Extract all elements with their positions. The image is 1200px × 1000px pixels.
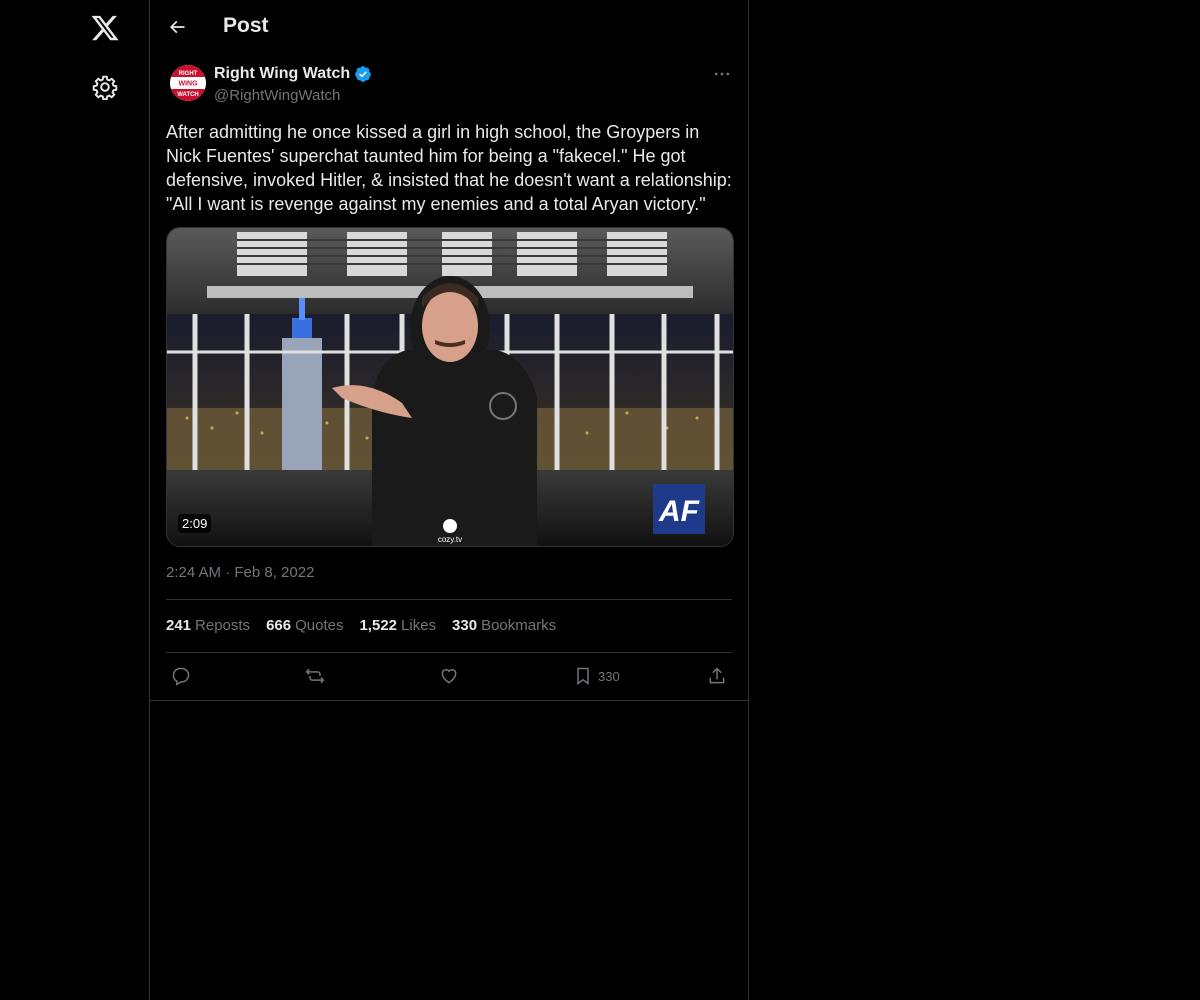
- post-stats: 241 Reposts 666 Quotes 1,522 Likes 330 Bookm…: [166, 617, 556, 634]
- author-handle[interactable]: @RightWingWatch: [214, 87, 340, 104]
- post-timestamp[interactable]: 2:24 AM · Feb 8, 2022: [166, 564, 314, 581]
- avatar-text-3: WATCH: [177, 92, 199, 98]
- post-text: After admitting he once kissed a girl in…: [166, 122, 732, 214]
- top-bar: Post: [150, 0, 748, 55]
- divider: [166, 599, 732, 600]
- video-duration: 2:09: [178, 514, 212, 533]
- post-author: RIGHT WING WATCH Right Wing Watch @Right…: [150, 55, 748, 115]
- avatar[interactable]: RIGHT WING WATCH: [170, 65, 206, 101]
- divider: [150, 700, 748, 701]
- video-thumbnail: AF cozy.tv: [167, 228, 733, 546]
- left-rail: [0, 0, 149, 1000]
- divider: [166, 652, 732, 653]
- video-player[interactable]: AF cozy.tv 2:09: [166, 227, 734, 547]
- author-name[interactable]: Right Wing Watch: [214, 65, 350, 83]
- page-title: Post: [223, 14, 269, 37]
- name-row: Right Wing Watch: [214, 65, 372, 83]
- x-logo-icon[interactable]: [90, 13, 120, 43]
- stat-quotes[interactable]: 666 Quotes: [266, 617, 343, 634]
- share-icon[interactable]: [707, 666, 727, 686]
- bookmark-count: 330: [598, 669, 620, 684]
- more-icon[interactable]: [712, 64, 732, 84]
- bookmark-icon[interactable]: [573, 666, 593, 686]
- stat-reposts[interactable]: 241 Reposts: [166, 617, 250, 634]
- verified-badge-icon: [355, 66, 371, 82]
- avatar-text-2: WING: [178, 81, 198, 88]
- stat-likes[interactable]: 1,522 Likes: [359, 617, 436, 634]
- repost-icon[interactable]: [305, 666, 325, 686]
- stat-bookmarks[interactable]: 330 Bookmarks: [452, 617, 556, 634]
- reply-icon[interactable]: [171, 666, 191, 686]
- action-bar: 330: [166, 663, 732, 691]
- heart-icon[interactable]: [439, 666, 459, 686]
- gear-icon[interactable]: [92, 74, 118, 100]
- avatar-text-1: RIGHT: [179, 71, 198, 77]
- post-column: Post RIGHT WING WATCH Right Wing Watch @…: [149, 0, 749, 1000]
- video-watermark: cozy.tv: [438, 535, 462, 544]
- arrow-left-icon[interactable]: [167, 17, 187, 37]
- video-overlay-logo: AF: [658, 495, 700, 528]
